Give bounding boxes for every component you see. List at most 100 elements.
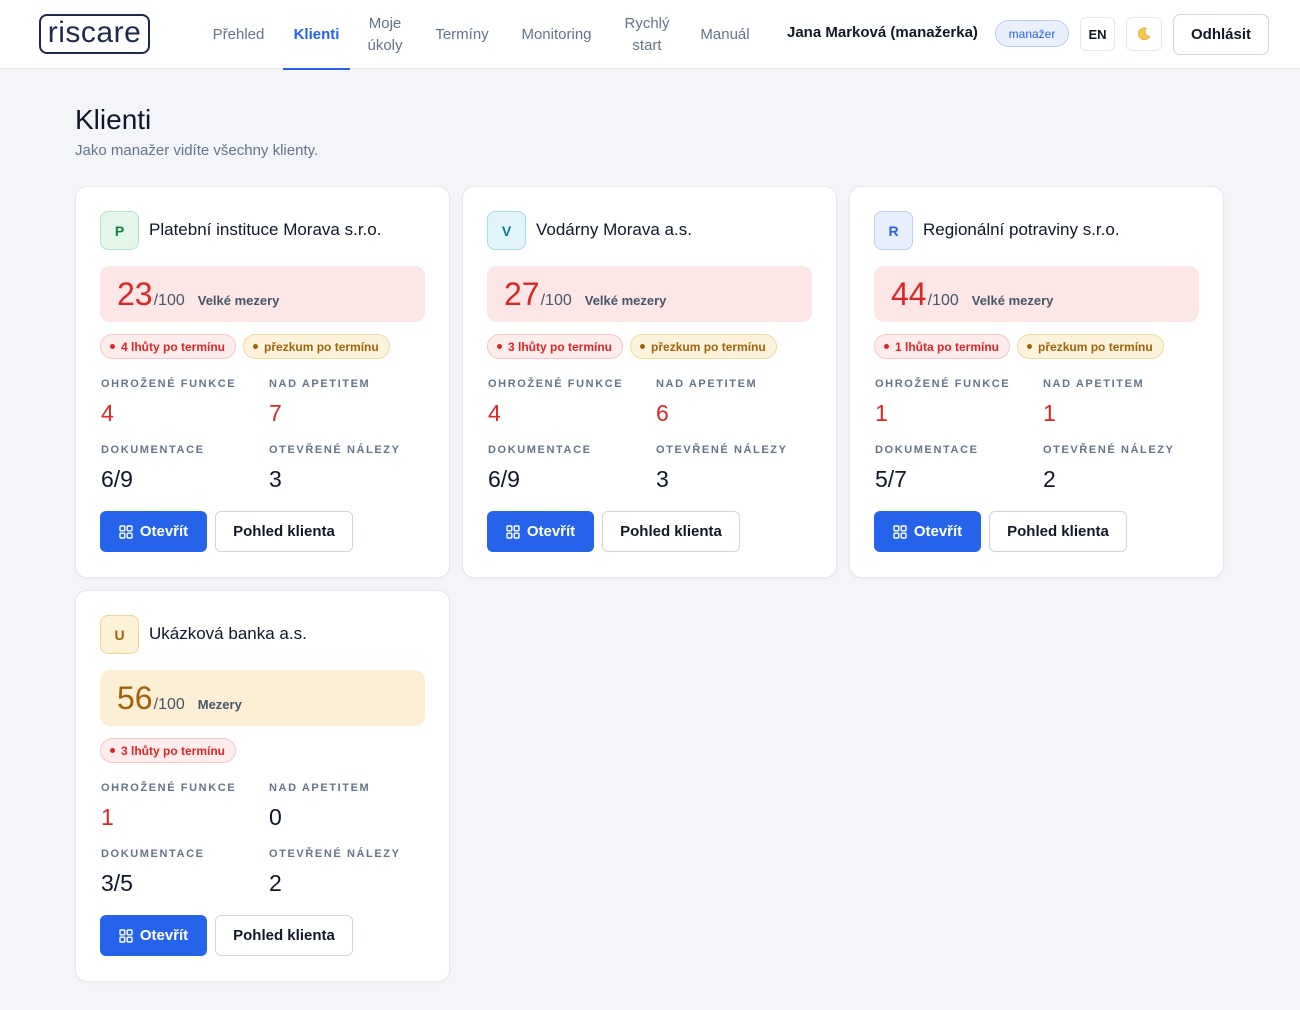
status-chip: 4 lhůty po termínu <box>100 334 237 359</box>
client-avatar: R <box>874 211 913 250</box>
score-value: 44 <box>891 276 927 312</box>
stat-label-over-appetite: NAD APETITEM <box>1043 378 1145 390</box>
stat-value-over-appetite: 1 <box>1043 400 1056 426</box>
stat-label-over-appetite: NAD APETITEM <box>269 378 371 390</box>
grid-icon <box>119 928 133 943</box>
stat-value-open-findings: 3 <box>656 466 669 492</box>
client-card: R Regionální potraviny s.r.o. 44 /100 Ve… <box>849 186 1224 578</box>
stat-label-threatened-functions: OHROŽENÉ FUNKCE <box>875 378 1011 390</box>
nav-manual[interactable]: Manuál <box>692 0 758 69</box>
client-initial: P <box>114 222 125 239</box>
stat-value-threatened-functions: 1 <box>101 804 114 830</box>
status-chip: 3 lhůty po termínu <box>100 738 237 763</box>
status-chip-text: 3 lhůty po termínu <box>508 339 613 354</box>
page-title: Klienti <box>75 104 152 135</box>
status-dot-icon <box>640 344 646 349</box>
stat-value-documentation: 5/7 <box>875 466 907 492</box>
client-view-button[interactable]: Pohled klienta <box>602 511 740 552</box>
score-value: 23 <box>117 276 153 312</box>
client-card: U Ukázková banka a.s. 56 /100 Mezery 3 l… <box>75 590 450 982</box>
stat-value-over-appetite: 0 <box>269 804 282 830</box>
client-initial: R <box>888 222 899 239</box>
score-box: 27 /100 Velké mezery <box>487 266 812 322</box>
stat-label-threatened-functions: OHROŽENÉ FUNKCE <box>101 782 237 794</box>
client-card: P Platební instituce Morava s.r.o. 23 /1… <box>75 186 450 578</box>
nav-rychly-start[interactable]: Rychlý start <box>617 0 677 69</box>
stat-label-open-findings: OTEVŘENÉ NÁLEZY <box>269 444 401 456</box>
score-label: Velké mezery <box>971 293 1054 308</box>
stat-value-documentation: 6/9 <box>488 466 520 492</box>
app-logo[interactable]: riscare <box>39 14 150 54</box>
score-box: 44 /100 Velké mezery <box>874 266 1199 322</box>
nav-monitoring[interactable]: Monitoring <box>510 0 603 69</box>
grid-icon <box>506 524 520 539</box>
open-client-button[interactable]: Otevřít <box>487 511 594 552</box>
open-client-button[interactable]: Otevřít <box>100 511 207 552</box>
open-client-button[interactable]: Otevřít <box>874 511 981 552</box>
client-view-button-label: Pohled klienta <box>1007 523 1109 540</box>
status-chip: 3 lhůty po termínu <box>487 334 624 359</box>
score-max: /100 <box>540 292 572 309</box>
client-card: V Vodárny Morava a.s. 27 /100 Velké meze… <box>462 186 837 578</box>
nav-klienti[interactable]: Klienti <box>283 0 350 70</box>
status-chip: 1 lhůta po termínu <box>874 334 1011 359</box>
nav-prehled[interactable]: Přehled <box>205 0 272 69</box>
client-initial: V <box>501 222 512 239</box>
client-avatar: U <box>100 615 139 654</box>
stat-label-documentation: DOKUMENTACE <box>875 444 979 456</box>
client-name: Ukázková banka a.s. <box>149 624 307 643</box>
stat-label-open-findings: OTEVŘENÉ NÁLEZY <box>1043 444 1175 456</box>
status-chip-text: 1 lhůta po termínu <box>895 339 1000 354</box>
stat-label-over-appetite: NAD APETITEM <box>656 378 758 390</box>
score-label: Mezery <box>197 697 242 712</box>
stat-label-threatened-functions: OHROŽENÉ FUNKCE <box>488 378 624 390</box>
stat-label-documentation: DOKUMENTACE <box>488 444 592 456</box>
moon-icon <box>1138 27 1151 41</box>
client-view-button[interactable]: Pohled klienta <box>989 511 1127 552</box>
language-toggle-button[interactable]: EN <box>1080 17 1115 51</box>
score-label: Velké mezery <box>197 293 280 308</box>
client-view-button[interactable]: Pohled klienta <box>215 915 353 956</box>
status-chip: přezkum po termínu <box>1017 334 1164 359</box>
client-avatar: P <box>100 211 139 250</box>
stat-value-threatened-functions: 4 <box>101 400 114 426</box>
client-name: Vodárny Morava a.s. <box>536 220 692 239</box>
status-dot-icon <box>884 344 889 349</box>
open-button-label: Otevřít <box>913 523 963 540</box>
client-view-button[interactable]: Pohled klienta <box>215 511 353 552</box>
score-value: 56 <box>117 680 153 716</box>
stat-label-open-findings: OTEVŘENÉ NÁLEZY <box>269 848 401 860</box>
status-chip-text: přezkum po termínu <box>651 339 766 354</box>
stat-label-documentation: DOKUMENTACE <box>101 848 205 860</box>
top-navigation-bar: riscare Přehled Klienti Moje úkoly Termí… <box>0 0 1300 70</box>
status-chips: 4 lhůty po termínu přezkum po termínu <box>100 334 390 359</box>
open-button-label: Otevřít <box>139 523 189 540</box>
client-view-button-label: Pohled klienta <box>620 523 722 540</box>
logout-button[interactable]: Odhlásit <box>1173 14 1269 55</box>
theme-toggle-button[interactable] <box>1126 17 1162 51</box>
status-dot-icon <box>253 344 259 349</box>
score-box: 56 /100 Mezery <box>100 670 425 726</box>
nav-terminy[interactable]: Termíny <box>427 0 497 69</box>
open-client-button[interactable]: Otevřít <box>100 915 207 956</box>
client-view-button-label: Pohled klienta <box>233 523 335 540</box>
status-chips: 1 lhůta po termínu přezkum po termínu <box>874 334 1164 359</box>
stat-label-open-findings: OTEVŘENÉ NÁLEZY <box>656 444 788 456</box>
status-chip-text: přezkum po termínu <box>264 339 379 354</box>
stat-value-open-findings: 3 <box>269 466 282 492</box>
score-value: 27 <box>504 276 540 312</box>
stat-value-threatened-functions: 1 <box>875 400 888 426</box>
stat-value-threatened-functions: 4 <box>488 400 501 426</box>
open-button-label: Otevřít <box>139 927 189 944</box>
client-initial: U <box>114 626 125 643</box>
client-view-button-label: Pohled klienta <box>233 927 335 944</box>
score-box: 23 /100 Velké mezery <box>100 266 425 322</box>
role-badge: manažer <box>995 20 1069 47</box>
status-chips: 3 lhůty po termínu přezkum po termínu <box>487 334 777 359</box>
score-max: /100 <box>153 696 185 713</box>
stat-value-documentation: 3/5 <box>101 870 133 896</box>
open-button-label: Otevřít <box>526 523 576 540</box>
nav-moje-ukoly[interactable]: Moje úkoly <box>357 0 413 69</box>
status-chip: přezkum po termínu <box>243 334 390 359</box>
score-label: Velké mezery <box>584 293 667 308</box>
